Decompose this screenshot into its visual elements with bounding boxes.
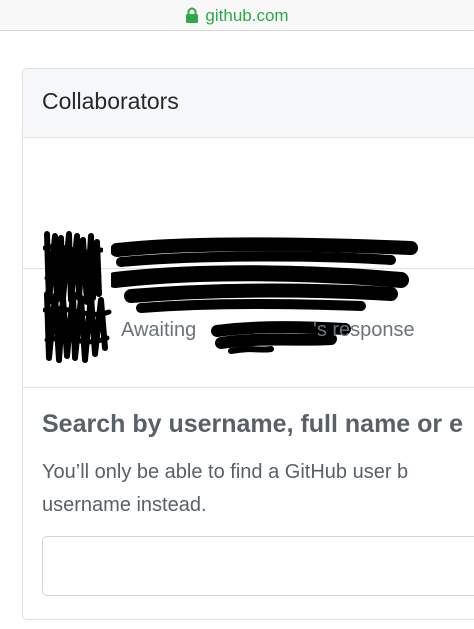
collaborator-row — [23, 138, 474, 313]
search-description-line: username instead. — [42, 494, 207, 516]
page-title: Collaborators — [42, 88, 179, 114]
collaborators-card: Collaborators Awaiting 's response Searc… — [22, 68, 474, 620]
pending-status-label: Awaiting — [121, 319, 197, 341]
url-display[interactable]: github.com — [185, 5, 289, 25]
search-input[interactable] — [42, 536, 474, 596]
search-heading: Search by username, full name or e — [42, 410, 463, 438]
card-header: Collaborators — [23, 69, 474, 138]
pending-status-suffix: 's response — [313, 319, 415, 341]
browser-url-bar[interactable]: github.com — [0, 0, 474, 31]
redacted-avatar — [43, 291, 112, 363]
search-description: You’ll only be able to find a GitHub use… — [42, 456, 474, 522]
search-description-line: You’ll only be able to find a GitHub use… — [42, 461, 409, 483]
lock-icon — [186, 7, 199, 23]
url-text: github.com — [205, 5, 289, 25]
